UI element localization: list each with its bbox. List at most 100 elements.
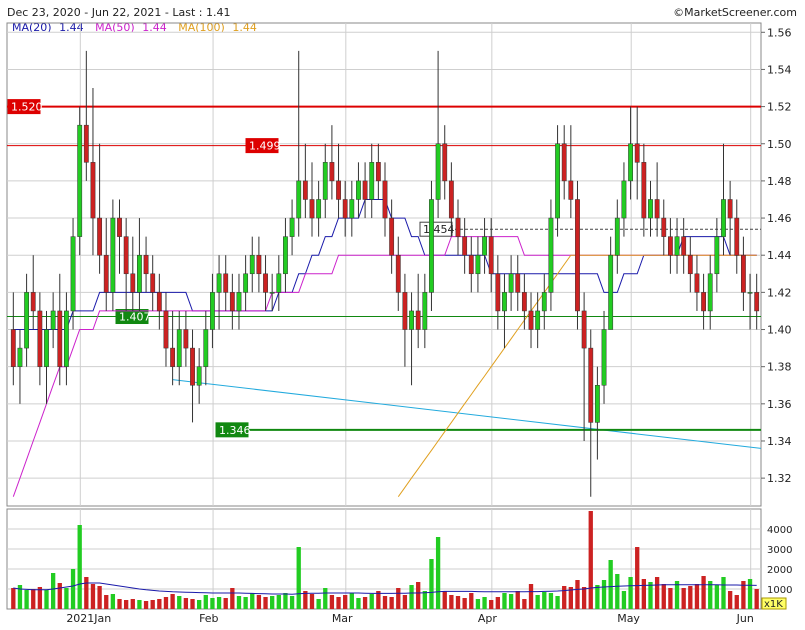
trendline-group <box>172 379 762 449</box>
price-panel-frame <box>6 22 762 507</box>
volume-bar <box>449 595 454 609</box>
volume-bar <box>734 595 739 609</box>
candle-down <box>455 217 461 237</box>
x-axis-label: Apr <box>478 612 498 625</box>
candle-up <box>356 180 361 200</box>
volume-bar <box>24 590 29 609</box>
volume-bar <box>475 599 481 609</box>
volume-bars-group <box>11 511 759 609</box>
volume-bar <box>635 547 640 609</box>
candle-up <box>77 124 83 237</box>
candle-down <box>462 236 468 256</box>
candle-up <box>110 217 116 293</box>
volume-bar <box>482 597 487 609</box>
volume-bar <box>250 593 255 609</box>
candle-up <box>435 143 441 200</box>
candle-down <box>727 199 733 219</box>
candle-down <box>521 292 527 312</box>
volume-bar <box>349 593 354 609</box>
candle-down <box>97 217 103 256</box>
support-trendline <box>172 379 762 449</box>
candle-up <box>369 162 375 200</box>
candle-up <box>289 217 295 237</box>
candle-down <box>329 162 335 182</box>
candle-down <box>123 236 129 275</box>
volume-bar <box>323 588 328 609</box>
candle-down <box>468 254 474 275</box>
volume-bar <box>402 595 408 609</box>
volume-bar <box>721 577 726 609</box>
candle-down <box>741 254 746 293</box>
candle-up <box>296 180 302 219</box>
volume-bar <box>535 595 540 609</box>
volume-bar <box>289 596 295 609</box>
volume-bar <box>588 511 593 609</box>
candle-down <box>667 236 673 256</box>
candle-down <box>130 273 136 293</box>
volume-bar <box>64 588 69 609</box>
candle-down <box>256 254 262 275</box>
candle-down <box>515 273 521 293</box>
candle-up <box>409 310 414 330</box>
candle-down <box>641 162 647 219</box>
price-tick-label: 1.34 <box>767 435 792 448</box>
volume-bar <box>336 597 341 609</box>
candle-down <box>156 292 162 312</box>
x-axis-label: Jun <box>736 612 754 625</box>
volume-bar <box>104 595 109 609</box>
candle-down <box>10 329 16 367</box>
candle-down <box>150 273 156 293</box>
candle-down <box>223 273 229 293</box>
candle-up <box>349 199 355 219</box>
volume-bar <box>515 591 520 609</box>
volume-bar <box>442 591 447 609</box>
candle-up <box>555 143 560 219</box>
volume-bar <box>701 576 706 609</box>
price-tick-label: 1.42 <box>767 286 792 299</box>
candle-down <box>163 310 169 349</box>
volume-bar <box>661 584 666 609</box>
candle-down <box>488 236 494 275</box>
volume-bar <box>50 573 56 609</box>
volume-bar <box>316 599 321 609</box>
candle-down <box>362 180 368 200</box>
candle-down <box>302 180 308 200</box>
candle-up <box>236 292 242 312</box>
volume-bar <box>615 574 620 609</box>
volume-bar <box>628 577 633 609</box>
volume-bar <box>575 580 580 609</box>
volume-bar <box>230 588 235 609</box>
volume-bar <box>362 597 368 609</box>
volume-bar <box>489 600 494 609</box>
volume-bar <box>77 525 82 609</box>
volume-bar <box>31 589 36 609</box>
candle-down <box>382 180 388 219</box>
volume-bar <box>608 560 613 609</box>
candle-down <box>117 217 122 237</box>
volume-bar <box>84 577 89 609</box>
candle-down <box>190 347 195 386</box>
volume-bar <box>123 600 129 609</box>
candle-up <box>594 385 600 423</box>
volume-bar <box>601 580 607 609</box>
volume-bar <box>508 594 514 609</box>
volume-bar <box>396 588 401 609</box>
volume-tick-label: 2000 <box>767 565 792 576</box>
candle-down <box>342 199 348 219</box>
candle-down <box>588 347 594 423</box>
candle-up <box>249 254 255 275</box>
level-label: 1.520 <box>11 101 43 114</box>
candle-up <box>508 273 514 293</box>
candle-up <box>714 236 720 275</box>
candle-down <box>581 310 587 349</box>
volume-bar <box>382 596 388 609</box>
volume-bar <box>157 599 162 609</box>
candle-down <box>57 310 63 367</box>
candle-up <box>203 329 209 367</box>
candle-down <box>448 180 454 219</box>
price-tick-label: 1.36 <box>767 398 792 411</box>
candle-down <box>170 347 176 367</box>
candle-down <box>263 273 268 293</box>
price-tick-label: 1.48 <box>767 175 792 188</box>
candle-up <box>243 273 249 293</box>
